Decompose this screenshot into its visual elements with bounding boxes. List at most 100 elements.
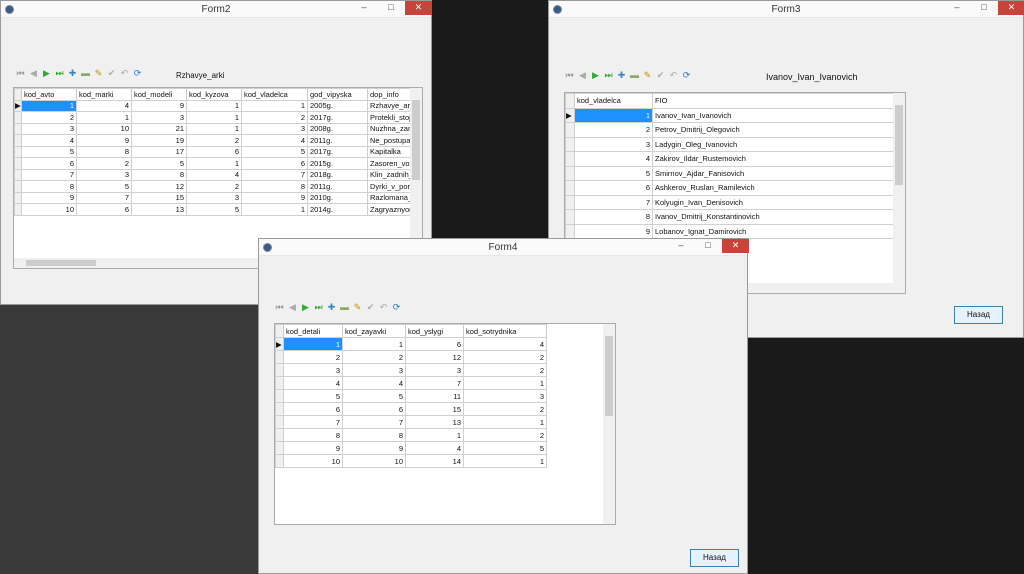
table-cell[interactable]: 12 <box>405 350 464 364</box>
table-cell[interactable]: Ivanov_Ivan_Ivanovich <box>652 107 895 123</box>
insert-icon[interactable]: ✚ <box>326 302 337 313</box>
column-header[interactable]: dop_info <box>367 88 412 101</box>
table-cell[interactable]: 3 <box>405 363 464 377</box>
refresh-icon[interactable]: ⟳ <box>132 68 143 79</box>
table-cell[interactable]: 4 <box>76 99 132 112</box>
row-indicator[interactable] <box>565 122 575 138</box>
table-cell[interactable]: 8 <box>131 168 187 181</box>
column-header[interactable]: kod_modeli <box>131 88 187 101</box>
first-icon[interactable]: ⏮ <box>564 70 575 81</box>
row-indicator[interactable]: ▶ <box>275 337 284 351</box>
table-row[interactable]: ▶ 1 1 6 4 <box>275 337 547 351</box>
table-cell[interactable]: 5 <box>186 203 242 216</box>
table-cell[interactable]: 2 <box>21 111 77 124</box>
last-icon[interactable]: ⏭ <box>54 68 65 79</box>
table-cell[interactable]: 2011g. <box>307 134 368 147</box>
table-cell[interactable]: 9 <box>76 134 132 147</box>
table-cell[interactable]: 17 <box>131 145 187 158</box>
table-row[interactable]: 9 7 15 3 9 2010g. Razlomana_k <box>14 191 412 204</box>
first-icon[interactable]: ⏮ <box>15 68 26 79</box>
table-cell[interactable]: 1 <box>186 111 242 124</box>
column-header[interactable]: kod_sotrydnika <box>463 324 547 338</box>
table-row[interactable]: ▶ 1 Ivanov_Ivan_Ivanovich <box>565 107 895 123</box>
title-bar[interactable]: Form2 – □ ✕ <box>1 1 432 18</box>
table-cell[interactable]: 7 <box>283 415 343 429</box>
scroll-thumb[interactable] <box>605 336 613 416</box>
table-row[interactable]: 8812 <box>275 428 547 442</box>
row-indicator[interactable] <box>565 136 575 152</box>
table-cell[interactable]: 8 <box>21 180 77 193</box>
table-cell[interactable]: 6 <box>283 402 343 416</box>
table-row[interactable]: ▶ 1 4 9 1 1 2005g. Rzhavye_arki <box>14 99 412 112</box>
table-cell[interactable]: 4 <box>241 134 308 147</box>
table-cell[interactable]: 7 <box>241 168 308 181</box>
table-cell[interactable]: 1 <box>186 157 242 170</box>
table-row[interactable]: 5 5 11 3 <box>275 389 547 403</box>
close-button[interactable]: ✕ <box>998 1 1024 15</box>
table-cell[interactable]: Zakirov_Ildar_Rustemovich <box>652 151 895 167</box>
row-indicator[interactable]: ▶ <box>565 107 575 123</box>
table-cell[interactable]: 3 <box>186 191 242 204</box>
data-grid[interactable]: kod_detali kod_zayavki kod_yslygi kod_sotry… <box>274 323 616 525</box>
title-bar[interactable]: Form4 – □ ✕ <box>259 239 749 256</box>
maximize-button[interactable]: □ <box>378 1 404 15</box>
table-cell[interactable]: 13 <box>405 415 464 429</box>
post-icon[interactable]: ✔ <box>655 70 666 81</box>
row-indicator[interactable] <box>14 203 22 216</box>
table-row[interactable]: 9945 <box>275 441 547 455</box>
table-cell[interactable]: 6 <box>574 180 653 196</box>
row-indicator[interactable] <box>14 134 22 147</box>
table-cell[interactable]: Ladygin_Oleg_Ivanovich <box>652 136 895 152</box>
table-cell[interactable]: 2 <box>342 350 406 364</box>
table-row[interactable]: 2 2 12 2 <box>275 350 547 364</box>
row-indicator[interactable] <box>565 209 575 225</box>
table-cell[interactable]: 2011g. <box>307 180 368 193</box>
delete-icon[interactable]: ▬ <box>629 70 640 81</box>
close-button[interactable]: ✕ <box>405 1 432 15</box>
table-row[interactable]: 7 Kolyugin_Ivan_Denisovich <box>565 194 895 210</box>
next-icon[interactable]: ▶ <box>300 302 311 313</box>
row-indicator[interactable] <box>14 180 22 193</box>
table-row[interactable]: 2 Petrov_Dmitrij_Olegovich <box>565 122 895 138</box>
row-indicator[interactable] <box>565 223 575 239</box>
table-cell[interactable]: 3 <box>21 122 77 135</box>
table-row[interactable]: 2 1 3 1 2 2017g. Protekli_stojk <box>14 111 412 124</box>
table-row[interactable]: 6 Ashkerov_Ruslan_Ramilevich <box>565 180 895 196</box>
table-cell[interactable]: 4 <box>342 376 406 390</box>
table-cell[interactable]: 2017g. <box>307 145 368 158</box>
table-cell[interactable]: 1 <box>463 415 547 429</box>
minimize-button[interactable]: – <box>944 1 970 15</box>
table-cell[interactable]: 3 <box>76 168 132 181</box>
table-cell[interactable]: 1 <box>21 99 77 112</box>
table-cell[interactable]: 1 <box>186 122 242 135</box>
table-cell[interactable]: 2010g. <box>307 191 368 204</box>
minimize-button[interactable]: – <box>668 239 694 253</box>
prior-icon[interactable]: ◀ <box>287 302 298 313</box>
column-header[interactable]: kod_detali <box>283 324 343 338</box>
table-row[interactable]: 625162015g.Zasoren_vozd <box>14 157 412 170</box>
table-cell[interactable]: 13 <box>131 203 187 216</box>
table-cell[interactable]: 3 <box>131 111 187 124</box>
table-row[interactable]: 10 10 14 1 <box>275 454 547 468</box>
table-row[interactable]: 3 10 21 1 3 2008g. Nuzhna_zam <box>14 122 412 135</box>
table-cell[interactable]: 2008g. <box>307 122 368 135</box>
refresh-icon[interactable]: ⟳ <box>391 302 402 313</box>
table-cell[interactable]: 9 <box>342 441 406 455</box>
edit-icon[interactable]: ✎ <box>642 70 653 81</box>
table-cell[interactable]: Razlomana_k <box>367 191 412 204</box>
table-cell[interactable]: 2 <box>186 134 242 147</box>
table-cell[interactable]: 4 <box>186 168 242 181</box>
cancel-icon[interactable]: ↶ <box>668 70 679 81</box>
table-cell[interactable]: 5 <box>131 157 187 170</box>
table-cell[interactable]: 11 <box>405 389 464 403</box>
scroll-thumb[interactable] <box>895 105 903 185</box>
last-icon[interactable]: ⏭ <box>603 70 614 81</box>
row-indicator[interactable] <box>275 402 284 416</box>
column-header[interactable]: god_vipyska <box>307 88 368 101</box>
table-cell[interactable]: Zagryaznyon <box>367 203 412 216</box>
insert-icon[interactable]: ✚ <box>67 68 78 79</box>
table-cell[interactable]: 5 <box>21 145 77 158</box>
row-indicator[interactable] <box>275 415 284 429</box>
table-cell[interactable]: Ivanov_Dmitrij_Konstantinovich <box>652 209 895 225</box>
table-cell[interactable]: 5 <box>463 441 547 455</box>
